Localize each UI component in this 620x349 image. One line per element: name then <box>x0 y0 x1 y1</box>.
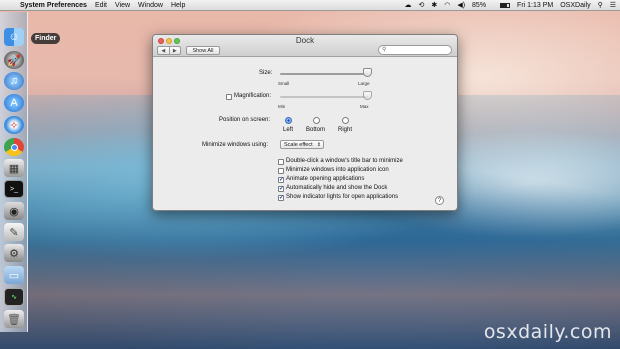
boot-camp-icon[interactable]: ◉ <box>4 202 24 220</box>
menu-help[interactable]: Help <box>171 0 185 11</box>
battery-percent[interactable]: 85% <box>472 0 486 11</box>
battery-icon[interactable] <box>493 0 511 11</box>
option-label: Automatically hide and show the Dock <box>286 185 388 191</box>
bluetooth-icon[interactable]: ✱ <box>431 0 437 11</box>
search-field[interactable]: ⚲ <box>378 45 452 55</box>
menu-clock[interactable]: Fri 1:13 PM <box>517 0 553 11</box>
notification-center-icon[interactable]: ☰ <box>610 0 616 11</box>
menu-extras: ☁ ⟲ ✱ ◠ ◀) 85% Fri 1:13 PM OSXDaily ⚲ ☰ <box>397 0 616 11</box>
size-small-label: Small <box>278 81 290 86</box>
minimize-effect-popup[interactable]: Scale effect ⇕ <box>280 140 324 149</box>
position-bottom-label: Bottom <box>306 127 326 133</box>
textedit-icon[interactable]: ✎ <box>4 223 24 241</box>
itunes-icon[interactable]: ♫ <box>4 72 24 90</box>
terminal-icon[interactable]: >_ <box>4 180 24 198</box>
option-checkbox[interactable]: ✓ <box>278 186 284 192</box>
position-left-label: Left <box>283 127 294 133</box>
back-forward-buttons[interactable]: ◀ ▶ <box>157 46 181 55</box>
menu-view[interactable]: View <box>115 0 130 11</box>
trash-icon[interactable]: 🗑 <box>4 310 24 328</box>
finder-icon[interactable]: ☺ <box>4 28 24 46</box>
menu-window[interactable]: Window <box>138 0 163 11</box>
search-icon: ⚲ <box>382 47 387 53</box>
minimize-label: Minimize windows using: <box>202 142 269 148</box>
option-checkbox[interactable] <box>278 168 284 174</box>
magnification-slider-thumb[interactable] <box>363 91 372 100</box>
spotlight-icon[interactable]: ⚲ <box>598 0 603 11</box>
position-left-radio[interactable] <box>285 117 292 124</box>
position-right-label: Right <box>338 127 353 133</box>
minimize-effect-value: Scale effect <box>284 142 313 148</box>
cloud-icon[interactable]: ☁ <box>404 0 411 11</box>
option-label: Animate opening applications <box>286 176 365 182</box>
forward-icon[interactable]: ▶ <box>170 47 181 54</box>
menu-edit[interactable]: Edit <box>95 0 107 11</box>
size-slider-thumb[interactable] <box>363 68 372 77</box>
option-checkbox[interactable] <box>278 159 284 165</box>
magnification-max-label: Max <box>360 104 369 109</box>
magnification-label: Magnification: <box>234 93 272 99</box>
position-bottom-radio[interactable] <box>313 117 320 124</box>
wifi-icon[interactable]: ◠ <box>444 0 450 11</box>
back-icon[interactable]: ◀ <box>158 47 170 54</box>
popup-arrows-icon: ⇕ <box>316 142 321 148</box>
time-machine-icon[interactable]: ⟲ <box>418 0 424 11</box>
window-titlebar[interactable]: Dock ◀ ▶ Show All ⚲ <box>153 35 457 57</box>
volume-icon[interactable]: ◀) <box>457 0 465 11</box>
magnification-checkbox[interactable] <box>226 94 232 100</box>
show-all-button[interactable]: Show All <box>186 46 220 55</box>
menu-bar: System Preferences Edit View Window Help… <box>0 0 620 11</box>
position-label: Position on screen: <box>219 117 271 123</box>
option-label: Double-click a window's title bar to min… <box>286 158 403 164</box>
app-store-icon[interactable]: A <box>4 94 24 112</box>
preview-icon[interactable]: ▦ <box>4 159 24 177</box>
position-right-radio[interactable] <box>342 117 349 124</box>
grapher-icon[interactable]: ⚙ <box>4 244 24 262</box>
dock: ☺ 🚀 ♫ A ✧ ▦ >_ ◉ ✎ ⚙ ▭ ∿ 🗑 <box>0 12 28 332</box>
menu-app[interactable]: System Preferences <box>20 0 87 11</box>
watermark: osxdaily.com <box>483 321 612 343</box>
chrome-icon[interactable] <box>4 138 24 156</box>
size-slider-track[interactable] <box>280 73 368 75</box>
help-button[interactable]: ? <box>435 196 444 205</box>
dock-tooltip: Finder <box>31 33 61 44</box>
menu-user[interactable]: OSXDaily <box>560 0 590 11</box>
safari-icon[interactable]: ✧ <box>4 116 24 134</box>
window-title: Dock <box>295 36 315 45</box>
launchpad-icon[interactable]: 🚀 <box>4 51 24 69</box>
option-checkbox[interactable]: ✓ <box>278 195 284 201</box>
magnification-slider-track[interactable] <box>280 96 368 98</box>
applications-folder-icon[interactable]: ▭ <box>4 266 24 284</box>
size-label: Size: <box>259 70 273 76</box>
option-checkbox[interactable]: ✓ <box>278 177 284 183</box>
option-label: Show indicator lights for open applicati… <box>286 194 399 200</box>
size-large-label: Large <box>358 81 370 86</box>
option-label: Minimize windows into application icon <box>286 167 389 173</box>
activity-monitor-icon[interactable]: ∿ <box>4 288 24 306</box>
magnification-min-label: Min <box>278 104 286 109</box>
